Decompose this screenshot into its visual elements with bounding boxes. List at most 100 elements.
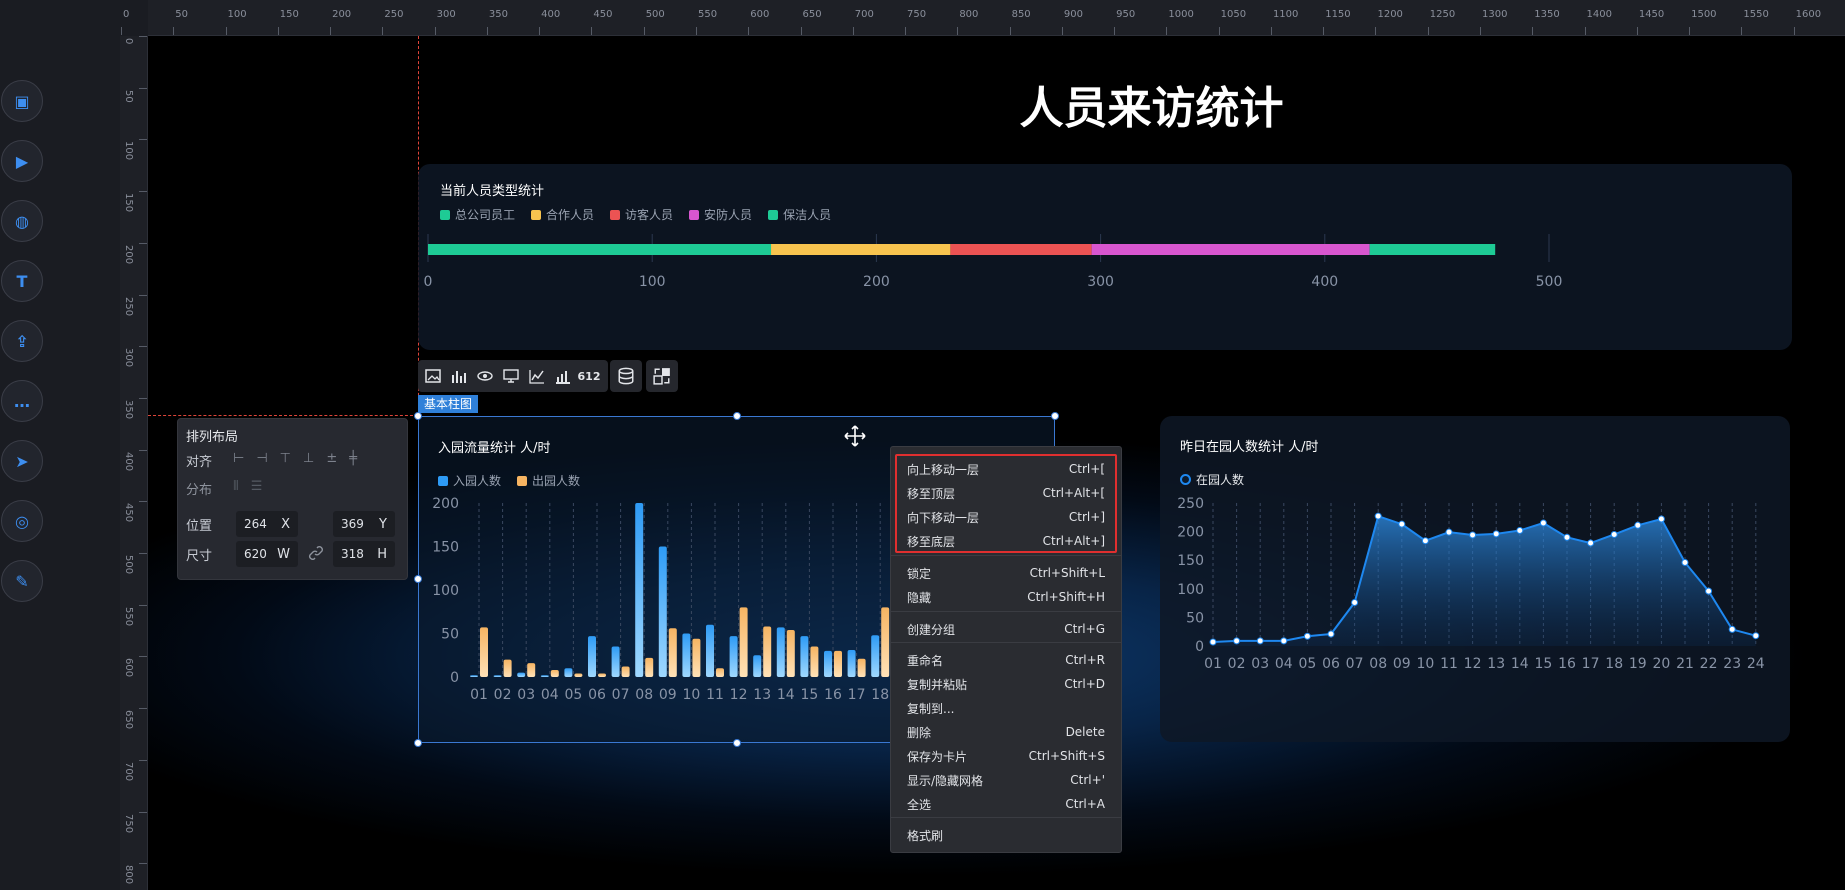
menu-item[interactable]: 复制并粘贴 Ctrl+D	[907, 674, 1105, 694]
x-value: 264	[244, 517, 267, 531]
x-tick-label: 23	[1723, 656, 1741, 672]
legend-label: 入园人数	[453, 474, 502, 488]
media-icon[interactable]: ▶	[1, 140, 43, 182]
menu-item[interactable]: 显示/隐藏网格 Ctrl+'	[907, 770, 1105, 790]
upload-icon[interactable]: ⇪	[1, 320, 43, 362]
x-tick-label: 12	[730, 687, 748, 703]
menu-item[interactable]: 全选 Ctrl+A	[907, 794, 1105, 814]
x-tick-label: 19	[1629, 656, 1647, 672]
target-icon[interactable]: ◎	[1, 500, 43, 542]
legend-item[interactable]: 访客人员	[610, 206, 673, 223]
eye-icon[interactable]	[474, 365, 496, 387]
ruler-tick	[1689, 27, 1691, 35]
ruler-label: 100	[123, 141, 134, 161]
data-point	[1469, 531, 1477, 539]
legend-item[interactable]: 在园人数	[1180, 471, 1244, 488]
menu-highlight-box	[895, 454, 1117, 553]
line-chart-icon[interactable]	[526, 365, 548, 387]
resize-handle-s[interactable]	[733, 739, 741, 747]
bar	[621, 666, 630, 677]
database-icon[interactable]	[610, 360, 642, 392]
legend-label: 合作人员	[546, 208, 595, 222]
picture-icon[interactable]: ▣	[1, 80, 43, 122]
resize-handle-ne[interactable]	[1051, 412, 1059, 420]
width-input[interactable]: 620 W	[236, 541, 298, 567]
menu-item[interactable]: 删除 Delete	[907, 722, 1105, 742]
x-unit: X	[281, 516, 290, 532]
swap-icon[interactable]	[646, 360, 678, 392]
y-tick-label: 100	[432, 583, 459, 599]
bar	[692, 638, 701, 677]
settings-icon[interactable]: ✎	[1, 560, 43, 602]
ruler-label: 50	[175, 9, 188, 20]
chat-icon[interactable]: …	[1, 380, 43, 422]
align-top-icon[interactable]: ⊤	[280, 451, 291, 466]
align-bottom-icon[interactable]: ⊥	[303, 451, 314, 466]
link-icon[interactable]	[308, 545, 324, 565]
legend-item[interactable]: 出园人数	[517, 472, 580, 489]
legend-item[interactable]: 安防人员	[689, 206, 752, 223]
legend-item[interactable]: 总公司员工	[440, 206, 515, 223]
send-icon[interactable]: ➤	[1, 440, 43, 482]
bar	[776, 627, 785, 677]
ruler-label: 1000	[1168, 9, 1194, 20]
menu-item[interactable]: 创建分组 Ctrl+G	[907, 619, 1105, 639]
x-tick-label: 18	[1605, 656, 1623, 672]
align-center-icon[interactable]: ╪	[349, 451, 357, 466]
monitor-icon[interactable]	[500, 365, 522, 387]
resize-handle-nw[interactable]	[414, 412, 422, 420]
ruler-label: 1100	[1272, 9, 1299, 20]
menu-item[interactable]: 隐藏 Ctrl+Shift+H	[907, 587, 1105, 607]
x-input[interactable]: 264 X	[236, 511, 298, 537]
menu-item[interactable]: 格式刷	[907, 825, 1105, 845]
align-right-icon[interactable]: ⊣	[256, 451, 267, 466]
x-tick-label: 15	[800, 687, 818, 703]
menu-item[interactable]: 重命名 Ctrl+R	[907, 650, 1105, 670]
align-left-icon[interactable]: ⊢	[233, 451, 244, 466]
y-tick-label: 50	[1186, 610, 1204, 626]
menu-item-shortcut: Ctrl+D	[1064, 677, 1105, 691]
bar	[527, 663, 536, 677]
ruler-tick	[1741, 27, 1743, 35]
settings-icon-glyph: ✎	[15, 571, 29, 591]
x-tick-label: 12	[1464, 656, 1482, 672]
resize-handle-sw[interactable]	[414, 739, 422, 747]
legend-item[interactable]: 入园人数	[438, 472, 501, 489]
globe-icon[interactable]: ◍	[1, 200, 43, 242]
stacked-segment	[950, 244, 1092, 255]
distribute-vertical-icon[interactable]: ☰	[251, 479, 263, 494]
ruler-tick	[1480, 27, 1482, 35]
menu-item[interactable]: 锁定 Ctrl+Shift+L	[907, 563, 1105, 583]
stacked-segment	[771, 244, 951, 255]
height-input[interactable]: 318 H	[333, 541, 395, 567]
column-chart-icon[interactable]	[552, 365, 574, 387]
menu-item-label: 全选	[907, 797, 932, 812]
distribute-horizontal-icon[interactable]: ⦀	[233, 479, 239, 494]
menu-item[interactable]: 复制到...	[907, 698, 1105, 718]
menu-separator	[891, 642, 1121, 643]
stacked-segment	[1369, 244, 1496, 255]
image-icon[interactable]	[422, 365, 444, 387]
resize-handle-w[interactable]	[414, 575, 422, 583]
align-middle-icon[interactable]: ±	[326, 451, 337, 466]
ruler-tick	[1584, 27, 1586, 35]
ruler-label: 1200	[1377, 9, 1403, 20]
ruler-label: 450	[123, 503, 134, 523]
x-tick-label: 07	[612, 687, 630, 703]
number-icon[interactable]: 612	[578, 365, 601, 387]
legend-swatch	[768, 209, 779, 220]
data-point	[1492, 530, 1500, 538]
legend-item[interactable]: 合作人员	[531, 206, 594, 223]
ruler-label: 800	[959, 9, 979, 20]
x-tick-label: 04	[541, 687, 559, 703]
legend-item[interactable]: 保洁人员	[768, 206, 831, 223]
resize-handle-n[interactable]	[733, 412, 741, 420]
menu-item[interactable]: 保存为卡片 Ctrl+Shift+S	[907, 746, 1105, 766]
bar-chart-icon[interactable]	[448, 365, 470, 387]
x-tick-label: 01	[470, 687, 488, 703]
y-input[interactable]: 369 Y	[333, 511, 395, 537]
arrange-layout-panel: 排列布局 对齐 ⊢ ⊣ ⊤ ⊥ ± ╪ 分布 ⦀ ☰ 位置 264 X 369 Y …	[177, 418, 408, 580]
ruler-tick	[539, 27, 541, 35]
text-icon[interactable]: T	[1, 260, 43, 302]
menu-item-shortcut: Ctrl+Shift+H	[1027, 590, 1105, 604]
